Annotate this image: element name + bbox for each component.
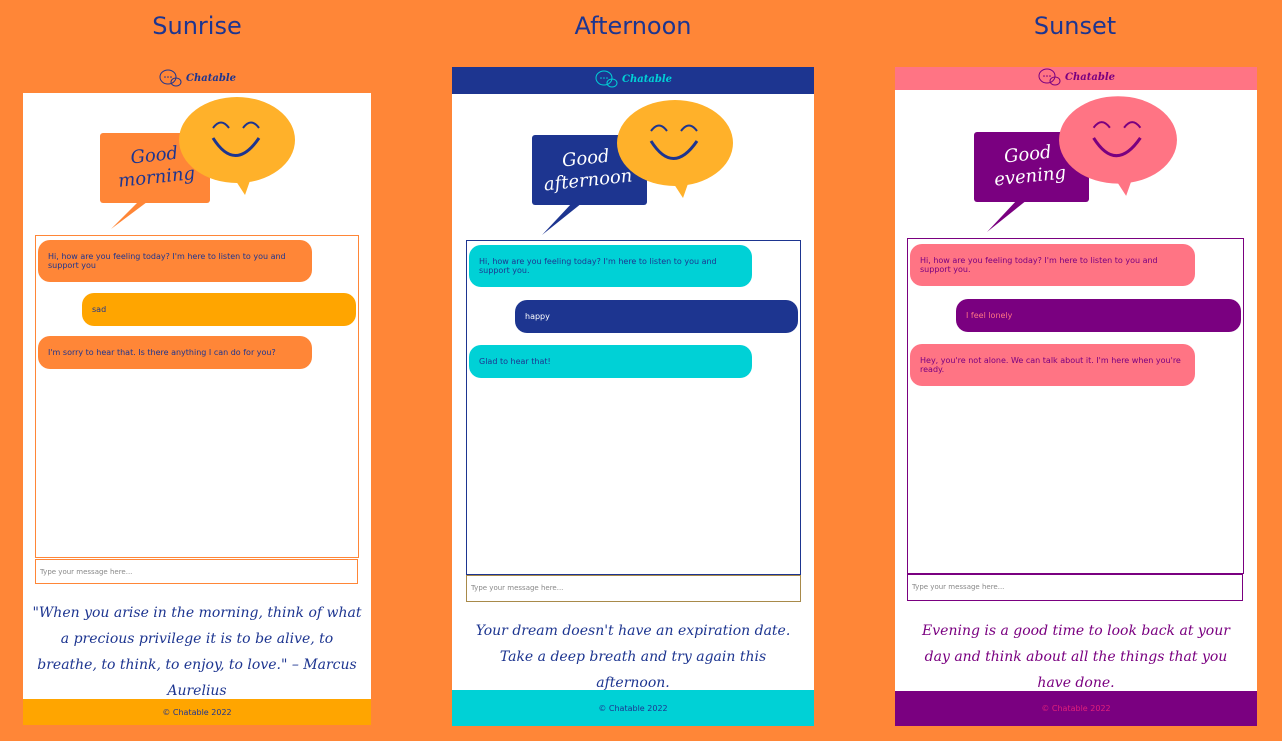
quote-text: Your dream doesn't have an expiration da… [475,623,791,691]
user-message: sad [82,293,356,326]
chat-window[interactable]: Hi, how are you feeling today? I'm here … [35,235,359,558]
bot-message: Hey, you're not alone. We can talk about… [910,344,1195,386]
bot-message: Glad to hear that! [469,345,752,378]
logo-text: Chatable [1065,71,1115,83]
footer: © Chatable 2022 [23,699,371,725]
chat-bubbles-icon [159,69,182,87]
column-title-sunset: Sunset [1033,12,1117,40]
message-input[interactable]: Type your message here... [466,575,801,602]
message-input[interactable]: Type your message here... [907,574,1243,601]
quote-text: "When you arise in the morning, think of… [32,605,362,699]
phone-sunset: Good evening Hi, how are you feeling toda… [895,90,1257,726]
logo-bar-sunset: Chatable [895,67,1257,90]
logo-bar-sunrise: Chatable [23,66,371,93]
chat-bubbles-icon [595,70,618,88]
column-title-afternoon: Afternoon [574,12,692,40]
chat-window[interactable]: Hi, how are you feeling today? I'm here … [907,238,1244,574]
chat-window[interactable]: Hi, how are you feeling today? I'm here … [466,240,801,575]
logo: Chatable [895,67,1257,87]
logo: Chatable [23,68,371,88]
bubble-tail-icon [987,200,1027,232]
message-input[interactable]: Type your message here... [35,559,358,584]
bot-message: Hi, how are you feeling today? I'm here … [910,244,1195,286]
logo-bar-afternoon: Chatable [452,67,814,94]
smiley-bubble-icon [1059,96,1177,196]
bubble-tail-icon [111,199,151,229]
bot-message: Hi, how are you feeling today? I'm here … [38,240,312,282]
footer: © Chatable 2022 [452,690,814,726]
column-title-sunrise: Sunrise [152,12,242,40]
user-message: happy [515,300,798,333]
bot-message: I'm sorry to hear that. Is there anythin… [38,336,312,369]
footer: © Chatable 2022 [895,691,1257,726]
smiley-bubble-icon [617,100,733,198]
smiley-bubble-icon [179,97,295,195]
chat-bubbles-icon [1038,68,1061,86]
logo: Chatable [452,69,814,89]
bubble-tail-icon [542,203,582,235]
quote-text: Evening is a good time to look back at y… [922,623,1230,691]
phone-afternoon: Good afternoon Hi, how are you feeling to… [452,94,814,726]
logo-text: Chatable [186,72,236,84]
phone-sunrise: Good morning Hi, how are you feeling toda… [23,93,371,725]
logo-text: Chatable [622,73,672,85]
user-message: I feel lonely [956,299,1241,332]
bot-message: Hi, how are you feeling today? I'm here … [469,245,752,287]
